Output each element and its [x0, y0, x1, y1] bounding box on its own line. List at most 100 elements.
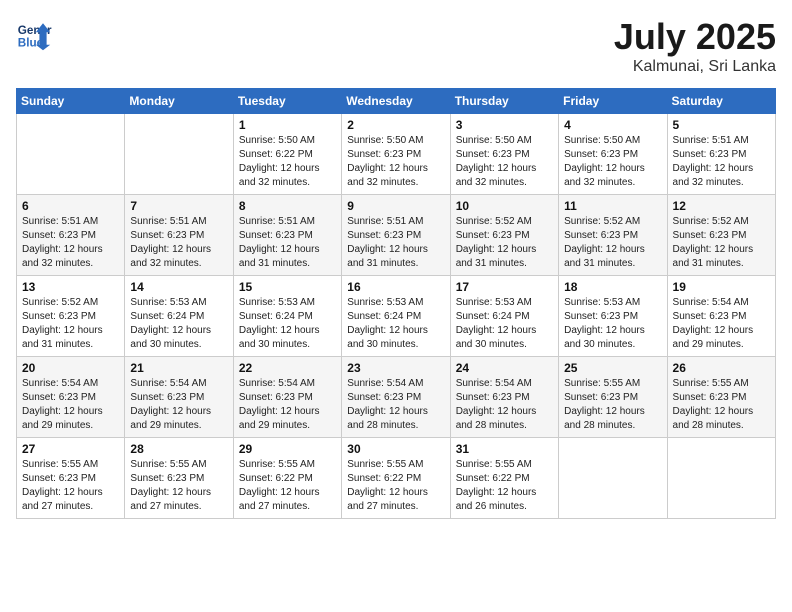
day-info: Sunrise: 5:55 AMSunset: 6:22 PMDaylight:…	[239, 458, 336, 514]
weekday-header-wednesday: Wednesday	[342, 89, 450, 114]
calendar-cell: 16Sunrise: 5:53 AMSunset: 6:24 PMDayligh…	[342, 276, 450, 357]
day-number: 26	[673, 361, 770, 375]
calendar-cell: 12 Sunrise: 5:52 AMSunset: 6:23 PMDayligh…	[667, 195, 775, 276]
day-number: 10	[456, 199, 553, 213]
title-block: July 2025 Kalmunai, Sri Lanka	[614, 16, 776, 76]
calendar-table: SundayMondayTuesdayWednesdayThursdayFrid…	[16, 88, 776, 519]
calendar-cell	[559, 438, 667, 519]
day-number: 27	[22, 442, 119, 456]
calendar-cell: 23 Sunrise: 5:54 AMSunset: 6:23 PMDayligh…	[342, 357, 450, 438]
day-info: Sunrise: 5:55 AMSunset: 6:23 PMDaylight:…	[564, 377, 661, 433]
calendar-cell: 15 Sunrise: 5:53 AMSunset: 6:24 PMDayligh…	[233, 276, 341, 357]
day-info: Sunrise: 5:50 AMSunset: 6:23 PMDaylight:…	[564, 134, 661, 190]
day-info: Sunrise: 5:53 AMSunset: 6:23 PMDaylight:…	[564, 296, 661, 352]
day-info: Sunrise: 5:54 AMSunset: 6:23 PMDaylight:…	[673, 296, 770, 352]
day-info: Sunrise: 5:55 AMSunset: 6:23 PMDaylight:…	[673, 377, 770, 433]
day-info: Sunrise: 5:52 AMSunset: 6:23 PMDaylight:…	[673, 215, 770, 271]
calendar-cell: 8 Sunrise: 5:51 AMSunset: 6:23 PMDaylight…	[233, 195, 341, 276]
calendar-cell	[125, 114, 233, 195]
calendar-cell: 6 Sunrise: 5:51 AMSunset: 6:23 PMDaylight…	[17, 195, 125, 276]
logo: General Blue	[16, 16, 56, 52]
weekday-header-saturday: Saturday	[667, 89, 775, 114]
day-info: Sunrise: 5:54 AMSunset: 6:23 PMDaylight:…	[130, 377, 227, 433]
calendar-cell: 11Sunrise: 5:52 AMSunset: 6:23 PMDayligh…	[559, 195, 667, 276]
day-number: 23	[347, 361, 444, 375]
calendar-cell: 29 Sunrise: 5:55 AMSunset: 6:22 PMDayligh…	[233, 438, 341, 519]
day-info: Sunrise: 5:52 AMSunset: 6:23 PMDaylight:…	[22, 296, 119, 352]
page-header: General Blue July 2025 Kalmunai, Sri Lan…	[16, 16, 776, 76]
day-number: 2	[347, 118, 444, 132]
day-number: 20	[22, 361, 119, 375]
calendar-cell	[667, 438, 775, 519]
day-info: Sunrise: 5:50 AMSunset: 6:22 PMDaylight:…	[239, 134, 336, 190]
day-number: 24	[456, 361, 553, 375]
calendar-cell: 20 Sunrise: 5:54 AMSunset: 6:23 PMDayligh…	[17, 357, 125, 438]
location: Kalmunai, Sri Lanka	[614, 58, 776, 76]
day-number: 4	[564, 118, 661, 132]
weekday-header-sunday: Sunday	[17, 89, 125, 114]
day-number: 19	[673, 280, 770, 294]
calendar-cell: 2 Sunrise: 5:50 AMSunset: 6:23 PMDaylight…	[342, 114, 450, 195]
weekday-header-friday: Friday	[559, 89, 667, 114]
calendar-cell: 24 Sunrise: 5:54 AMSunset: 6:23 PMDayligh…	[450, 357, 558, 438]
day-info: Sunrise: 5:53 AMSunset: 6:24 PMDaylight:…	[239, 296, 336, 352]
calendar-cell: 13 Sunrise: 5:52 AMSunset: 6:23 PMDayligh…	[17, 276, 125, 357]
calendar-cell: 26 Sunrise: 5:55 AMSunset: 6:23 PMDayligh…	[667, 357, 775, 438]
day-number: 22	[239, 361, 336, 375]
day-number: 30	[347, 442, 444, 456]
day-info: Sunrise: 5:55 AMSunset: 6:22 PMDaylight:…	[347, 458, 444, 514]
day-number: 28	[130, 442, 227, 456]
calendar-cell: 28 Sunrise: 5:55 AMSunset: 6:23 PMDayligh…	[125, 438, 233, 519]
day-info: Sunrise: 5:55 AMSunset: 6:22 PMDaylight:…	[456, 458, 553, 514]
day-number: 25	[564, 361, 661, 375]
day-info: Sunrise: 5:50 AMSunset: 6:23 PMDaylight:…	[456, 134, 553, 190]
calendar-cell: 18 Sunrise: 5:53 AMSunset: 6:23 PMDayligh…	[559, 276, 667, 357]
calendar-cell: 17 Sunrise: 5:53 AMSunset: 6:24 PMDayligh…	[450, 276, 558, 357]
day-number: 17	[456, 280, 553, 294]
day-number: 31	[456, 442, 553, 456]
day-info: Sunrise: 5:55 AMSunset: 6:23 PMDaylight:…	[22, 458, 119, 514]
day-number: 18	[564, 280, 661, 294]
day-number: 15	[239, 280, 336, 294]
day-info: Sunrise: 5:54 AMSunset: 6:23 PMDaylight:…	[22, 377, 119, 433]
day-info: Sunrise: 5:50 AMSunset: 6:23 PMDaylight:…	[347, 134, 444, 190]
calendar-cell: 3 Sunrise: 5:50 AMSunset: 6:23 PMDaylight…	[450, 114, 558, 195]
day-number: 3	[456, 118, 553, 132]
day-info: Sunrise: 5:51 AMSunset: 6:23 PMDaylight:…	[130, 215, 227, 271]
calendar-cell: 9 Sunrise: 5:51 AMSunset: 6:23 PMDaylight…	[342, 195, 450, 276]
day-number: 11	[564, 199, 661, 213]
day-info: Sunrise: 5:51 AMSunset: 6:23 PMDaylight:…	[239, 215, 336, 271]
calendar-cell: 21 Sunrise: 5:54 AMSunset: 6:23 PMDayligh…	[125, 357, 233, 438]
day-info: Sunrise: 5:51 AMSunset: 6:23 PMDaylight:…	[347, 215, 444, 271]
calendar-cell: 25 Sunrise: 5:55 AMSunset: 6:23 PMDayligh…	[559, 357, 667, 438]
day-info: Sunrise: 5:53 AMSunset: 6:24 PMDaylight:…	[456, 296, 553, 352]
day-number: 16	[347, 280, 444, 294]
day-number: 13	[22, 280, 119, 294]
weekday-header-thursday: Thursday	[450, 89, 558, 114]
calendar-cell: 4 Sunrise: 5:50 AMSunset: 6:23 PMDaylight…	[559, 114, 667, 195]
day-info: Sunrise: 5:51 AMSunset: 6:23 PMDaylight:…	[22, 215, 119, 271]
calendar-cell: 14 Sunrise: 5:53 AMSunset: 6:24 PMDayligh…	[125, 276, 233, 357]
day-number: 29	[239, 442, 336, 456]
weekday-header-tuesday: Tuesday	[233, 89, 341, 114]
month-title: July 2025	[614, 16, 776, 58]
calendar-cell: 1Sunrise: 5:50 AMSunset: 6:22 PMDaylight…	[233, 114, 341, 195]
day-number: 8	[239, 199, 336, 213]
day-number: 14	[130, 280, 227, 294]
calendar-cell: 22 Sunrise: 5:54 AMSunset: 6:23 PMDayligh…	[233, 357, 341, 438]
day-info: Sunrise: 5:53 AMSunset: 6:24 PMDaylight:…	[130, 296, 227, 352]
day-info: Sunrise: 5:54 AMSunset: 6:23 PMDaylight:…	[456, 377, 553, 433]
day-number: 9	[347, 199, 444, 213]
calendar-cell: 31 Sunrise: 5:55 AMSunset: 6:22 PMDayligh…	[450, 438, 558, 519]
weekday-header-monday: Monday	[125, 89, 233, 114]
day-number: 6	[22, 199, 119, 213]
day-info: Sunrise: 5:54 AMSunset: 6:23 PMDaylight:…	[239, 377, 336, 433]
day-number: 21	[130, 361, 227, 375]
day-info: Sunrise: 5:52 AMSunset: 6:23 PMDaylight:…	[456, 215, 553, 271]
calendar-cell: 5 Sunrise: 5:51 AMSunset: 6:23 PMDaylight…	[667, 114, 775, 195]
day-info: Sunrise: 5:54 AMSunset: 6:23 PMDaylight:…	[347, 377, 444, 433]
day-info: Sunrise: 5:55 AMSunset: 6:23 PMDaylight:…	[130, 458, 227, 514]
day-info: Sunrise: 5:51 AMSunset: 6:23 PMDaylight:…	[673, 134, 770, 190]
day-number: 5	[673, 118, 770, 132]
day-number: 12	[673, 199, 770, 213]
